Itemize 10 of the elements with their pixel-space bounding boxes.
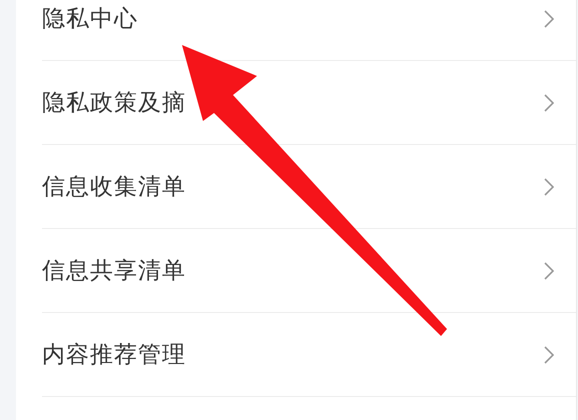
menu-item-label: 信息收集清单	[42, 173, 186, 202]
chevron-right-icon	[544, 94, 554, 112]
chevron-right-icon	[544, 262, 554, 280]
menu-item-label: 信息共享清单	[42, 257, 186, 286]
menu-item-label: 隐私中心	[42, 5, 138, 34]
chevron-right-icon	[544, 178, 554, 196]
chevron-right-icon	[544, 346, 554, 364]
menu-item-label: 隐私政策及摘	[42, 89, 186, 118]
chevron-right-icon	[544, 10, 554, 28]
menu-item-label: 内容推荐管理	[42, 341, 186, 370]
